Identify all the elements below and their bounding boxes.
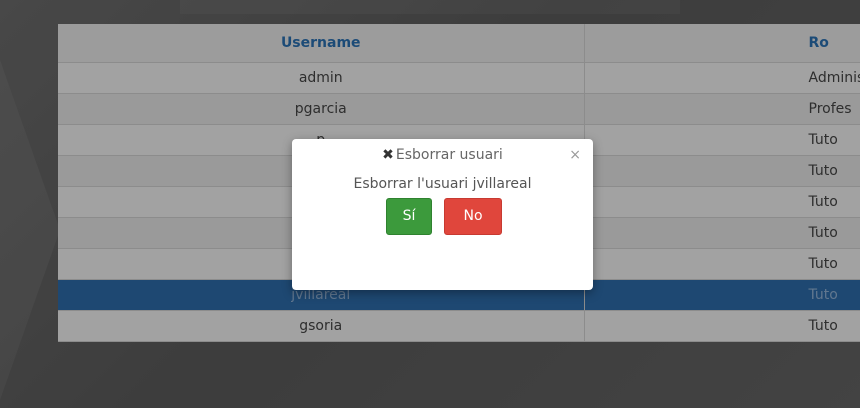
confirm-yes-button[interactable]: Sí xyxy=(386,198,432,235)
close-icon[interactable]: × xyxy=(569,147,581,163)
dialog-title-text: Esborrar usuari xyxy=(395,147,503,163)
dialog-message: Esborrar l'usuari jvillareal xyxy=(353,176,532,192)
delete-user-dialog: ✖ Esborrar usuari × Esborrar l'usuari jvi… xyxy=(292,139,593,290)
delete-x-icon: ✖ xyxy=(382,147,394,163)
cancel-no-button[interactable]: No xyxy=(444,198,502,235)
dialog-title: ✖ Esborrar usuari xyxy=(292,147,593,163)
